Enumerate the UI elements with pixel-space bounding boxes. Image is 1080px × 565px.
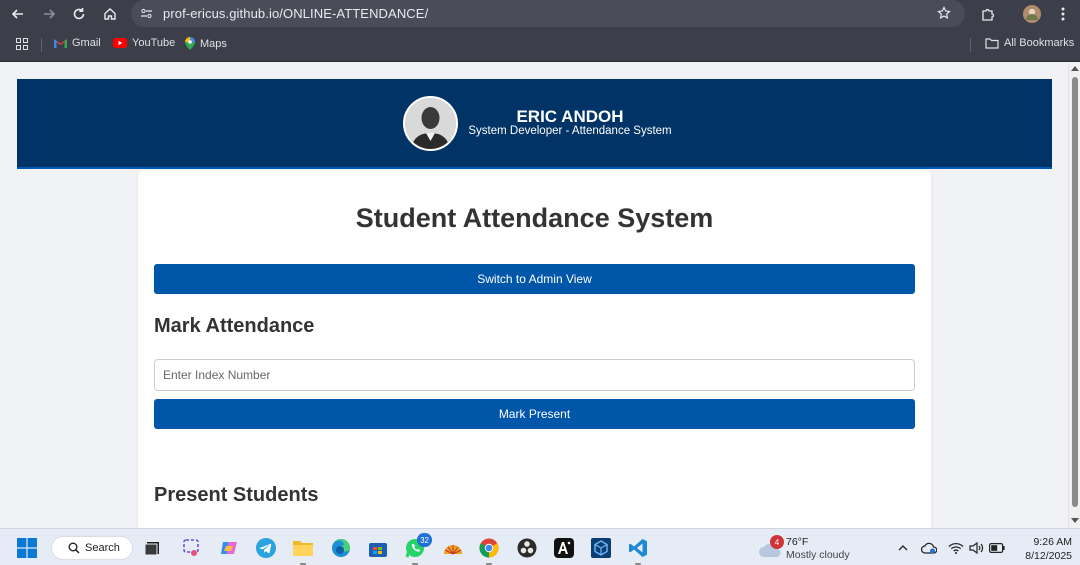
container-app-button[interactable]	[590, 537, 612, 559]
file-explorer-button[interactable]	[292, 537, 314, 565]
page-viewport: ERIC ANDOH System Developer - Attendance…	[0, 63, 1068, 528]
edge-button[interactable]	[330, 537, 352, 559]
browser-toolbar: prof-ericus.github.io/ONLINE-ATTENDANCE/	[0, 0, 1080, 28]
snipping-tool-icon	[183, 539, 199, 556]
onedrive-tray-button[interactable]	[918, 537, 940, 559]
wifi-icon	[948, 542, 964, 554]
bookmarks-bar: Gmail YouTube Maps All Bookmarks	[0, 28, 1080, 62]
more-vertical-icon	[1061, 7, 1065, 21]
chevron-up-icon	[898, 545, 908, 551]
forward-button[interactable]	[38, 3, 60, 25]
folder-icon	[985, 37, 999, 49]
mark-attendance-heading: Mark Attendance	[154, 315, 315, 337]
scroll-up-icon[interactable]	[1071, 66, 1079, 71]
star-icon[interactable]	[937, 6, 951, 20]
vscode-icon	[629, 539, 647, 557]
weather-widget[interactable]: 4 76°F Mostly cloudy	[758, 534, 868, 562]
extensions-button[interactable]	[977, 3, 999, 25]
start-button[interactable]	[16, 537, 38, 559]
show-hidden-icons-button[interactable]	[892, 537, 914, 559]
reload-icon	[73, 8, 85, 20]
apps-grid-icon	[16, 38, 28, 50]
telegram-icon	[256, 538, 276, 558]
clock-date: 8/12/2025	[1025, 550, 1072, 562]
reload-button[interactable]	[68, 3, 90, 25]
address-bar[interactable]: prof-ericus.github.io/ONLINE-ATTENDANCE/	[131, 0, 965, 27]
windows-logo-icon	[17, 538, 37, 558]
taskbar: Search 32 4 76°F Mostly cloudy 9:26 AM 8…	[0, 528, 1080, 565]
attendance-card: Student Attendance System Switch to Admi…	[138, 170, 931, 528]
page-scrollbar[interactable]	[1068, 63, 1080, 528]
developer-avatar	[403, 96, 458, 151]
home-icon	[104, 8, 116, 20]
switch-admin-button[interactable]: Switch to Admin View	[154, 264, 915, 294]
vscode-button[interactable]	[627, 537, 649, 565]
site-info-icon[interactable]	[140, 7, 153, 20]
puzzle-icon	[981, 8, 994, 21]
speaker-icon	[969, 542, 984, 554]
store-icon	[369, 543, 387, 557]
apps-button[interactable]	[16, 38, 28, 50]
weather-badge: 4	[770, 535, 784, 549]
page-title: Student Attendance System	[355, 203, 714, 233]
wifi-tray-button[interactable]	[945, 537, 967, 559]
edge-icon	[332, 539, 350, 557]
mark-present-button[interactable]: Mark Present	[154, 399, 915, 429]
pinned-app-button[interactable]	[442, 537, 464, 559]
copilot-button[interactable]	[218, 537, 240, 559]
obs-icon	[517, 538, 537, 558]
cloud-sync-icon	[921, 542, 937, 554]
scroll-thumb[interactable]	[1072, 77, 1078, 507]
gmail-icon	[54, 38, 67, 48]
task-view-button[interactable]	[142, 537, 164, 559]
bookmark-gmail[interactable]: Gmail	[54, 37, 101, 49]
container-app-icon	[591, 538, 611, 558]
back-button[interactable]	[7, 3, 29, 25]
search-icon	[68, 542, 80, 554]
present-students-heading: Present Students	[154, 484, 319, 506]
bookmarks-divider	[41, 38, 42, 52]
bookmark-youtube[interactable]: YouTube	[113, 37, 175, 49]
taskbar-search[interactable]: Search	[51, 536, 133, 560]
chrome-icon	[479, 538, 499, 558]
scroll-down-icon[interactable]	[1071, 518, 1079, 523]
volume-tray-button[interactable]	[966, 537, 988, 559]
url-text[interactable]: prof-ericus.github.io/ONLINE-ATTENDANCE/	[163, 6, 428, 21]
maps-icon	[185, 37, 195, 50]
whatsapp-badge: 32	[417, 533, 432, 547]
arrow-left-icon	[11, 9, 23, 19]
chrome-button[interactable]	[478, 537, 500, 565]
sunrise-app-icon	[444, 545, 462, 555]
clock-time: 9:26 AM	[1033, 536, 1072, 548]
system-clock[interactable]: 9:26 AM 8/12/2025	[1012, 535, 1072, 563]
arrow-right-icon	[44, 9, 56, 19]
ai-app-icon	[554, 538, 574, 558]
battery-icon	[989, 543, 1005, 553]
bookmarks-divider-right	[970, 38, 971, 52]
youtube-icon	[113, 38, 127, 48]
whatsapp-button[interactable]: 32	[404, 533, 432, 565]
developer-photo-icon	[405, 98, 456, 149]
profile-avatar-icon	[1023, 5, 1041, 23]
obs-button[interactable]	[516, 537, 538, 559]
weather-temp: 76°F	[786, 536, 809, 548]
all-bookmarks-button[interactable]: All Bookmarks	[985, 37, 1074, 49]
copilot-icon	[221, 542, 237, 554]
ai-app-button[interactable]	[553, 537, 575, 559]
task-view-icon	[144, 542, 159, 556]
profile-avatar[interactable]	[1021, 3, 1043, 25]
snipping-tool-button[interactable]	[181, 537, 203, 559]
home-button[interactable]	[99, 3, 121, 25]
weather-desc: Mostly cloudy	[786, 549, 850, 561]
folder-app-icon	[293, 541, 313, 556]
store-button[interactable]	[367, 537, 389, 559]
index-number-input[interactable]	[154, 359, 915, 391]
site-header: ERIC ANDOH System Developer - Attendance…	[17, 79, 1052, 169]
developer-name: ERIC ANDOH	[516, 107, 624, 126]
battery-tray-button[interactable]	[986, 537, 1008, 559]
developer-role: System Developer - Attendance System	[468, 125, 672, 137]
bookmark-maps[interactable]: Maps	[185, 37, 227, 50]
menu-button[interactable]	[1052, 3, 1074, 25]
telegram-button[interactable]	[255, 537, 277, 559]
